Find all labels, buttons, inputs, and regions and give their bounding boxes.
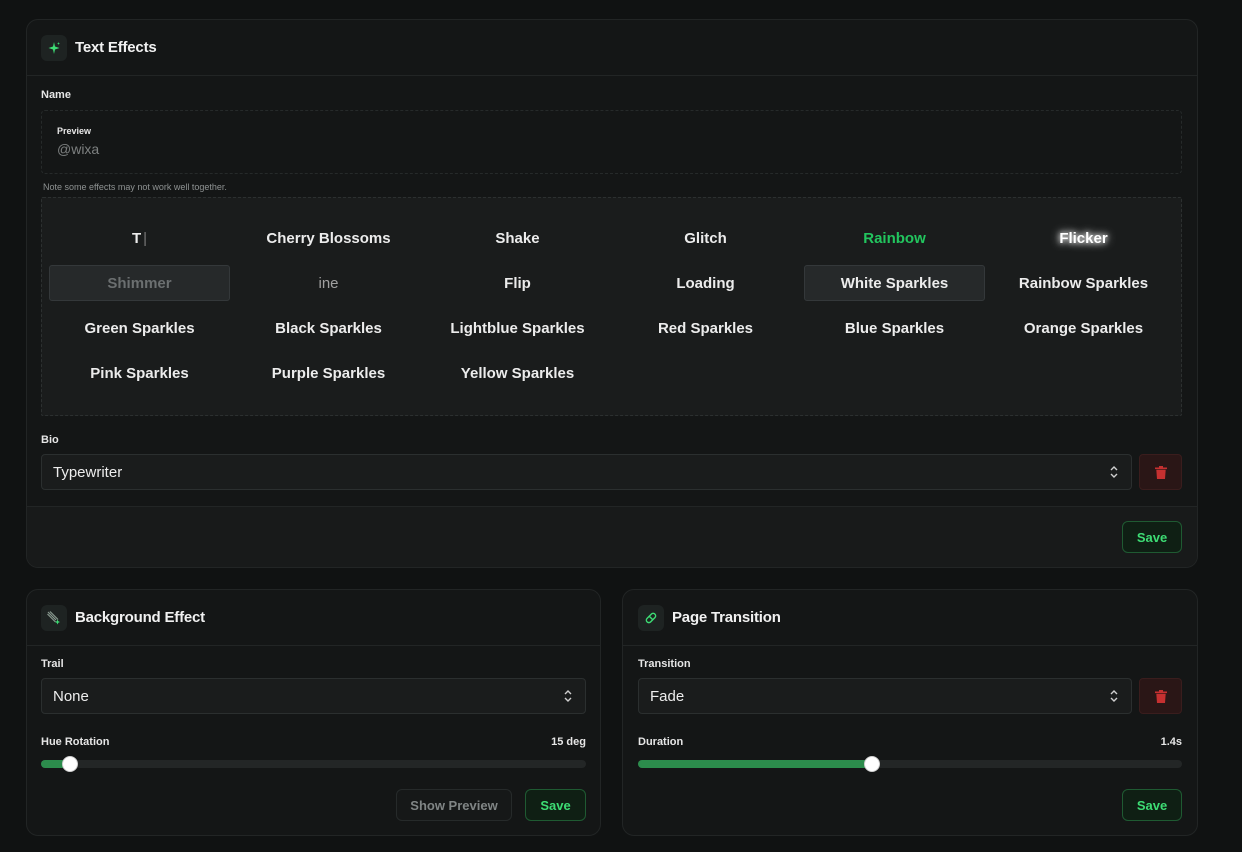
- effect-cherry-blossoms[interactable]: Cherry Blossoms: [238, 220, 419, 256]
- page-transition-save-button[interactable]: Save: [1122, 789, 1182, 821]
- preview-label: Preview: [57, 126, 92, 136]
- effects-note: Note some effects may not work well toge…: [43, 182, 227, 192]
- trail-select-value: None: [53, 687, 89, 705]
- page-transition-card: Page Transition Transition Fade Duration…: [622, 589, 1198, 836]
- text-effects-card: Text Effects Name Preview @wixa Note som…: [26, 19, 1198, 568]
- hue-rotation-value: 15 deg: [551, 736, 586, 748]
- trash-icon: [1154, 689, 1167, 703]
- effect-black-sparkles[interactable]: Black Sparkles: [238, 310, 419, 346]
- effect-orange-sparkles[interactable]: Orange Sparkles: [993, 310, 1174, 346]
- pill-icon: [638, 604, 664, 631]
- text-effects-header: Text Effects: [27, 20, 1197, 76]
- cursor-glyph: |: [143, 229, 148, 247]
- effect-flip[interactable]: Flip: [427, 265, 608, 301]
- bio-label: Bio: [41, 434, 59, 446]
- text-effects-title: Text Effects: [75, 39, 157, 56]
- transition-delete-button[interactable]: [1139, 678, 1182, 714]
- effect-typewriter[interactable]: T |: [49, 220, 230, 256]
- duration-value: 1.4s: [1160, 736, 1182, 748]
- duration-label: Duration: [638, 736, 684, 748]
- bio-delete-button[interactable]: [1139, 454, 1182, 490]
- page-transition-header: Page Transition: [623, 590, 1197, 646]
- bio-select-value: Typewriter: [53, 463, 123, 481]
- effect-shake[interactable]: Shake: [427, 220, 608, 256]
- effect-rainbow[interactable]: Rainbow: [804, 220, 985, 256]
- duration-thumb[interactable]: [864, 756, 880, 772]
- background-effect-card: Background Effect Trail None Hue Rotatio…: [26, 589, 601, 836]
- trail-label: Trail: [41, 658, 64, 670]
- name-preview-box: Preview @wixa: [41, 110, 1182, 174]
- hue-rotation-thumb[interactable]: [62, 756, 78, 772]
- effect-shimmer[interactable]: Shimmer: [49, 265, 230, 301]
- text-effects-footer: Save: [27, 506, 1197, 567]
- effect-red-sparkles[interactable]: Red Sparkles: [615, 310, 796, 346]
- meteor-icon: [41, 604, 67, 631]
- name-label: Name: [41, 89, 71, 101]
- bio-select[interactable]: Typewriter: [41, 454, 1132, 490]
- effect-lightblue-sparkles[interactable]: Lightblue Sparkles: [427, 310, 608, 346]
- effect-outline[interactable]: ine: [238, 265, 419, 301]
- effect-purple-sparkles[interactable]: Purple Sparkles: [238, 355, 419, 391]
- background-effect-header: Background Effect: [27, 590, 600, 646]
- duration-fill: [638, 760, 876, 768]
- hue-rotation-label: Hue Rotation: [41, 736, 110, 748]
- transition-label: Transition: [638, 658, 691, 670]
- effect-blue-sparkles[interactable]: Blue Sparkles: [804, 310, 985, 346]
- effect-rainbow-sparkles[interactable]: Rainbow Sparkles: [993, 265, 1174, 301]
- effect-yellow-sparkles[interactable]: Yellow Sparkles: [427, 355, 608, 391]
- effect-flicker[interactable]: Flicker: [993, 220, 1174, 256]
- preview-text: @wixa: [57, 141, 100, 157]
- page-transition-title: Page Transition: [672, 609, 781, 626]
- show-preview-button[interactable]: Show Preview: [396, 789, 512, 821]
- effect-loading[interactable]: Loading: [615, 265, 796, 301]
- chevron-updown-icon: [564, 690, 572, 702]
- effect-green-sparkles[interactable]: Green Sparkles: [49, 310, 230, 346]
- effects-grid: T | Cherry Blossoms Shake Glitch Rainbow …: [41, 197, 1182, 416]
- chevron-updown-icon: [1110, 466, 1118, 478]
- chevron-updown-icon: [1110, 690, 1118, 702]
- text-effects-save-button[interactable]: Save: [1122, 521, 1182, 553]
- transition-select-value: Fade: [650, 687, 685, 705]
- sparkles-icon: [41, 34, 67, 61]
- transition-select[interactable]: Fade: [638, 678, 1132, 714]
- effect-white-sparkles[interactable]: White Sparkles: [804, 265, 985, 301]
- effect-glitch[interactable]: Glitch: [615, 220, 796, 256]
- effect-pink-sparkles[interactable]: Pink Sparkles: [49, 355, 230, 391]
- trail-select[interactable]: None: [41, 678, 586, 714]
- hue-rotation-slider[interactable]: [41, 756, 586, 772]
- background-effect-title: Background Effect: [75, 609, 205, 626]
- trash-icon: [1154, 465, 1167, 479]
- duration-slider[interactable]: [638, 756, 1182, 772]
- background-effect-save-button[interactable]: Save: [525, 789, 586, 821]
